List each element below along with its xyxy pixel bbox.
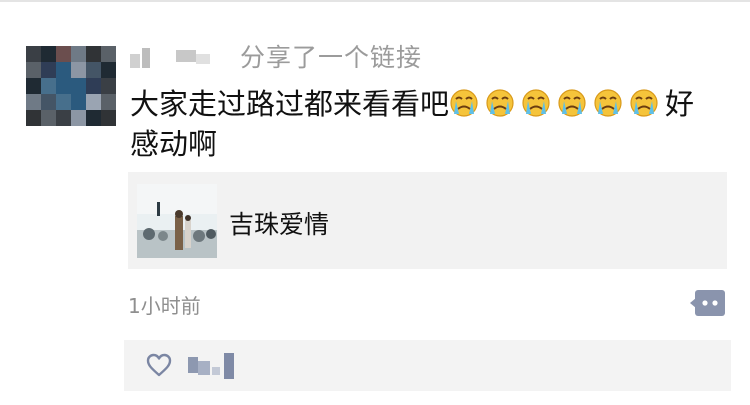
- heart-icon: [146, 353, 172, 377]
- comment-options-button[interactable]: [690, 290, 725, 316]
- post-timestamp: 1小时前: [128, 294, 201, 318]
- link-thumbnail-image: [137, 184, 217, 258]
- crying-face-icon: [630, 89, 658, 117]
- crying-face-icon: [486, 89, 514, 117]
- top-divider: [0, 0, 750, 2]
- shared-link-card[interactable]: 吉珠爱情: [128, 172, 727, 269]
- avatar[interactable]: [26, 46, 116, 126]
- post-text: 大家走过路过都来看看吧: [130, 87, 450, 121]
- crying-face-icon: [594, 89, 622, 117]
- crying-face-icon: [522, 89, 550, 117]
- comment-icon: [690, 290, 725, 316]
- likes-section: [124, 340, 731, 391]
- link-title: 吉珠爱情: [229, 210, 330, 239]
- crying-face-icon: [558, 89, 586, 117]
- emoji-row: [449, 87, 665, 121]
- blurred-liker-name[interactable]: [188, 353, 248, 379]
- post-content: 大家走过路过都来看看吧 好感动啊: [130, 84, 720, 164]
- crying-face-icon: [450, 89, 478, 117]
- share-action-text: 分享了一个链接: [240, 43, 423, 72]
- blurred-username[interactable]: [130, 44, 230, 70]
